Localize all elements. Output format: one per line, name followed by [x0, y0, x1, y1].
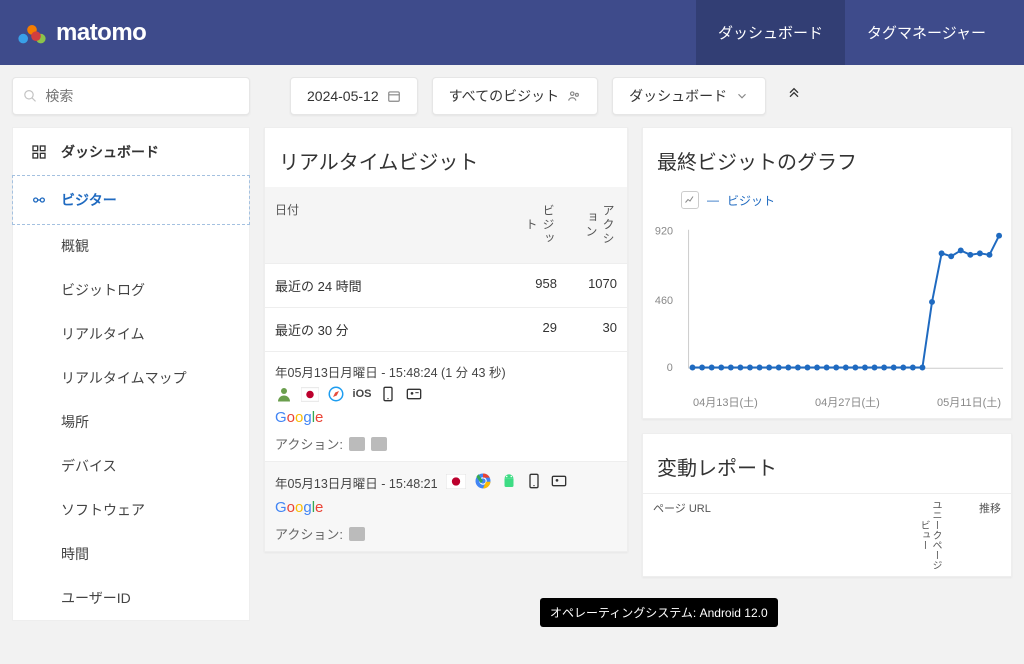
sidebar-label: ダッシュボード — [61, 142, 159, 162]
sidebar-sub-time[interactable]: 時間 — [13, 532, 249, 576]
sidebar-item-dashboard[interactable]: ダッシュボード — [13, 128, 249, 176]
dashboard-label: ダッシュボード — [629, 86, 727, 106]
user-icon — [275, 385, 293, 403]
visit-entry[interactable]: 年05月13日月曜日 - 15:48:24 (1 分 43 秒) iOS Goo… — [265, 351, 627, 461]
ytick: 0 — [667, 362, 673, 374]
sidebar-sub-userid[interactable]: ユーザーID — [13, 576, 249, 620]
xtick: 04月13日(土) — [693, 394, 758, 410]
referrer-google: Google — [275, 409, 323, 426]
visit-entry[interactable]: 年05月13日月曜日 - 15:48:21 Google アクション: — [265, 461, 627, 551]
movers-title: 変動レポート — [643, 434, 1011, 493]
sidebar-sub-realtimemap[interactable]: リアルタイムマップ — [13, 356, 249, 400]
chevron-down-icon — [735, 89, 749, 103]
xtick: 04月27日(土) — [815, 394, 880, 410]
movers-col-upv: ユニークページビュー — [831, 500, 941, 570]
ytick: 920 — [655, 226, 673, 238]
legend-label[interactable]: ビジット — [727, 192, 775, 209]
date-picker[interactable]: 2024-05-12 — [290, 77, 418, 115]
search-box[interactable] — [12, 77, 250, 115]
sidebar-item-visitors[interactable]: ビジター — [12, 175, 250, 225]
actions-label: アクション: — [275, 524, 343, 543]
legend-dash: — — [707, 193, 719, 207]
people-icon — [567, 89, 581, 103]
xtick: 05月11日(土) — [937, 394, 1001, 410]
id-card-icon — [405, 385, 423, 403]
search-icon — [23, 88, 37, 104]
movers-widget: 変動レポート ページ URL ユニークページビュー 推移 — [642, 433, 1012, 577]
search-input[interactable] — [45, 88, 239, 104]
graph-widget: 最終ビジットのグラフ — ビジット 920 460 0 — [642, 127, 1012, 419]
dashboard-picker[interactable]: ダッシュボード — [612, 77, 766, 115]
line-chart[interactable]: 920 460 0 — [649, 209, 1005, 389]
referrer-google: Google — [275, 499, 323, 516]
matomo-logo-icon — [16, 17, 48, 49]
segment-label: すべてのビジット — [449, 86, 559, 106]
folder-icon[interactable] — [349, 437, 365, 451]
android-icon — [500, 472, 518, 493]
folder-icon[interactable] — [349, 527, 365, 541]
ytick: 460 — [655, 295, 673, 307]
col-date: 日付 — [275, 201, 497, 249]
nav-tagmanager[interactable]: タグマネージャー — [845, 0, 1008, 65]
sidebar-sub-location[interactable]: 場所 — [13, 400, 249, 444]
dashboard-icon — [31, 144, 47, 160]
segment-picker[interactable]: すべてのビジット — [432, 77, 598, 115]
realtime-widget: リアルタイムビジット 日付 ビジット アクション 最近の 24 時間 958 1… — [264, 127, 628, 552]
sidebar-sub-visitlog[interactable]: ビジットログ — [13, 268, 249, 312]
chrome-icon — [474, 472, 492, 493]
sidebar-sub-software[interactable]: ソフトウェア — [13, 488, 249, 532]
col-visit: ビジット — [497, 201, 557, 249]
realtime-header: 日付 ビジット アクション — [265, 187, 627, 263]
safari-icon — [327, 385, 345, 403]
device-icon — [379, 385, 397, 403]
graph-title: 最終ビジットのグラフ — [643, 128, 1011, 187]
rt-row-30m: 最近の 30 分 29 30 — [265, 307, 627, 351]
logo[interactable]: matomo — [16, 17, 146, 49]
os-tooltip: オペレーティングシステム: Android 12.0 — [540, 598, 778, 627]
collapse-icon[interactable] — [780, 86, 808, 107]
device-icon — [526, 472, 542, 493]
top-nav: matomo ダッシュボード タグマネージャー — [0, 0, 1024, 65]
sidebar-sub-device[interactable]: デバイス — [13, 444, 249, 488]
folder-icon[interactable] — [371, 437, 387, 451]
col-action: アクション — [557, 201, 617, 249]
date-value: 2024-05-12 — [307, 88, 379, 104]
sidebar-label: ビジター — [61, 190, 117, 210]
movers-col-url: ページ URL — [653, 500, 831, 570]
calendar-icon — [387, 89, 401, 103]
movers-col-evo: 推移 — [941, 500, 1001, 570]
sidebar-sub-realtime[interactable]: リアルタイム — [13, 312, 249, 356]
flag-jp-icon — [446, 474, 466, 492]
ios-text-icon: iOS — [353, 385, 371, 403]
rt-row-24h: 最近の 24 時間 958 1070 — [265, 263, 627, 307]
id-card-icon — [550, 473, 568, 492]
nav-dashboard[interactable]: ダッシュボード — [696, 0, 845, 65]
realtime-title: リアルタイムビジット — [265, 128, 627, 187]
logo-text: matomo — [56, 19, 146, 47]
sidebar-sub-overview[interactable]: 概観 — [13, 224, 249, 268]
visitors-icon — [31, 192, 47, 208]
toolbar: 2024-05-12 すべてのビジット ダッシュボード — [0, 65, 1024, 127]
actions-label: アクション: — [275, 434, 343, 453]
chart-type-icon[interactable] — [681, 191, 699, 209]
flag-jp-icon — [301, 385, 319, 403]
sidebar: ダッシュボード ビジター 概観 ビジットログ リアルタイム リアルタイムマップ … — [12, 127, 250, 621]
